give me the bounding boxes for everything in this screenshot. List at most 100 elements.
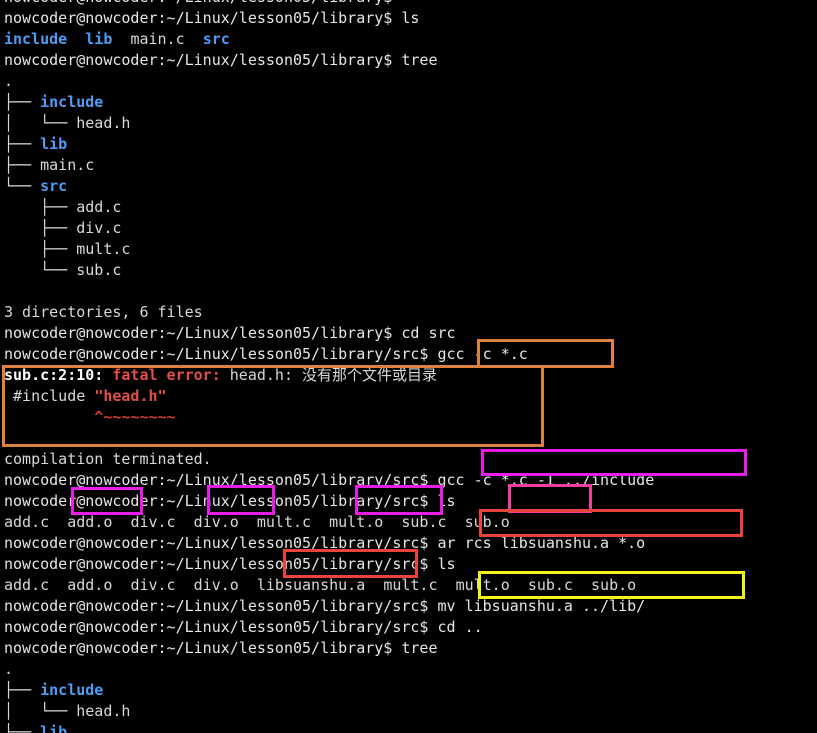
tree-entry-include: include xyxy=(40,93,104,111)
shell-prompt: nowcoder@nowcoder:~/Linux/lesson05/libra… xyxy=(4,555,438,573)
command-ls: ls xyxy=(437,555,456,573)
terminal-line: nowcoder@nowcoder:~/Linux/lesson05/libra… xyxy=(0,491,817,512)
ls-entry-div-o: div.o xyxy=(193,513,239,531)
tree-branch: ├── xyxy=(4,681,41,699)
shell-prompt: nowcoder@nowcoder:~/Linux/lesson05/libra… xyxy=(4,534,438,552)
tree-branch: │ └── xyxy=(4,702,77,720)
ls-entry-lib: lib xyxy=(85,30,113,48)
terminal-line: nowcoder@nowcoder:~/Linux/lesson05/libra… xyxy=(0,533,817,554)
tree-row: ├── main.c xyxy=(0,155,817,176)
tree-row: ├── include xyxy=(0,680,817,701)
caret-marker: ^~~~~~~~~ xyxy=(4,408,176,426)
tree-branch: ├── xyxy=(4,219,77,237)
ls-entry-mult-c: mult.c xyxy=(383,576,438,594)
tree-row: │ └── head.h xyxy=(0,113,817,134)
command-gcc-ok: gcc -c *.c -I ../include xyxy=(437,471,655,489)
tree-root-dot: . xyxy=(4,72,14,90)
tree-row: ├── add.c xyxy=(0,197,817,218)
tree-branch: ├── xyxy=(4,240,77,258)
shell-prompt: nowcoder@nowcoder:~/Linux/lesson05/libra… xyxy=(4,639,402,657)
terminal-line: nowcoder@nowcoder:~/Linux/lesson05/libra… xyxy=(0,0,817,8)
terminal-line: nowcoder@nowcoder:~/Linux/lesson05/libra… xyxy=(0,554,817,575)
tree-branch: └── xyxy=(4,177,41,195)
shell-prompt: nowcoder@nowcoder:~/Linux/lesson05/libra… xyxy=(4,597,438,615)
command-ar: ar rcs libsuanshu.a *.o xyxy=(437,534,646,552)
ls-entry-add-o: add.o xyxy=(67,513,113,531)
tree-row: │ └── head.h xyxy=(0,701,817,722)
ls-entry-sub-o: sub.o xyxy=(464,513,510,531)
terminal-line: nowcoder@nowcoder:~/Linux/lesson05/libra… xyxy=(0,470,817,491)
ls-entry-mult-o: mult.o xyxy=(455,576,510,594)
shell-prompt: nowcoder@nowcoder:~/Linux/lesson05/libra… xyxy=(4,324,402,342)
shell-prompt: nowcoder@nowcoder:~/Linux/lesson05/libra… xyxy=(4,471,438,489)
tree-row: └── src xyxy=(0,176,817,197)
tree-branch: ├── xyxy=(4,93,41,111)
ls-entry-div-c: div.c xyxy=(130,576,176,594)
tree-row: ├── include xyxy=(0,92,817,113)
terminal-line: nowcoder@nowcoder:~/Linux/lesson05/libra… xyxy=(0,617,817,638)
tree-row: └── sub.c xyxy=(0,260,817,281)
compiler-error-terminated: compilation terminated. xyxy=(0,449,817,470)
tree-entry-add-c: add.c xyxy=(76,198,122,216)
ls-output-row: add.c add.o div.c div.o libsuanshu.a mul… xyxy=(0,575,817,596)
terminal-line: nowcoder@nowcoder:~/Linux/lesson05/libra… xyxy=(0,344,817,365)
tree-entry-lib: lib xyxy=(40,723,68,733)
ls-entry-main-c: main.c xyxy=(130,30,185,48)
ls-entry-sub-o: sub.o xyxy=(591,576,637,594)
tree-branch: │ └── xyxy=(4,114,77,132)
ls-output-row: include lib main.c src xyxy=(0,29,817,50)
ls-entry-mult-c: mult.c xyxy=(256,513,312,531)
ls-entry-src: src xyxy=(202,30,230,48)
error-location: sub.c:2:10: xyxy=(4,366,104,384)
ls-entry-include: include xyxy=(4,30,68,48)
tree-row: ├── div.c xyxy=(0,218,817,239)
ls-entry-div-c: div.c xyxy=(130,513,176,531)
tree-root-dot: . xyxy=(4,660,14,678)
command-cd-up: cd .. xyxy=(437,618,483,636)
tree-root: . xyxy=(0,71,817,92)
source-include-prefix: #include xyxy=(4,387,95,405)
shell-prompt: nowcoder@nowcoder:~/Linux/lesson05/libra… xyxy=(4,618,438,636)
tree-entry-include: include xyxy=(40,681,104,699)
tree-branch: └── xyxy=(4,261,77,279)
shell-prompt: nowcoder@nowcoder:~/Linux/lesson05/libra… xyxy=(4,345,438,363)
compiler-error-caret: ^~~~~~~~~ xyxy=(0,407,817,428)
compilation-terminated-text: compilation terminated. xyxy=(4,450,212,468)
terminal-window[interactable]: nowcoder@nowcoder:~/Linux/lesson05/libra… xyxy=(0,0,817,733)
ls-output-row: add.c add.o div.c div.o mult.c mult.o su… xyxy=(0,512,817,533)
shell-prompt: nowcoder@nowcoder:~/Linux/lesson05/libra… xyxy=(4,492,438,510)
ls-entry-add-c: add.c xyxy=(4,513,50,531)
terminal-line: nowcoder@nowcoder:~/Linux/lesson05/libra… xyxy=(0,50,817,71)
tree-branch: ├── xyxy=(4,156,41,174)
error-detail-cn: 没有那个文件或目录 xyxy=(302,366,438,384)
tree-entry-sub-c: sub.c xyxy=(76,261,122,279)
compiler-error-source: #include "head.h" xyxy=(0,386,817,407)
ls-entry-add-c: add.c xyxy=(4,576,50,594)
tree-entry-head-h: head.h xyxy=(76,114,131,132)
tree-row: ├── lib xyxy=(0,722,817,733)
tree-entry-main-c: main.c xyxy=(40,156,95,174)
command-mv: mv libsuanshu.a ../lib/ xyxy=(437,597,646,615)
ls-entry-mult-o: mult.o xyxy=(329,513,384,531)
command-gcc-fail: gcc -c *.c xyxy=(437,345,528,363)
ls-entry-sub-c: sub.c xyxy=(401,513,447,531)
ls-entry-add-o: add.o xyxy=(67,576,113,594)
terminal-line: nowcoder@nowcoder:~/Linux/lesson05/libra… xyxy=(0,596,817,617)
tree-entry-head-h: head.h xyxy=(76,702,131,720)
